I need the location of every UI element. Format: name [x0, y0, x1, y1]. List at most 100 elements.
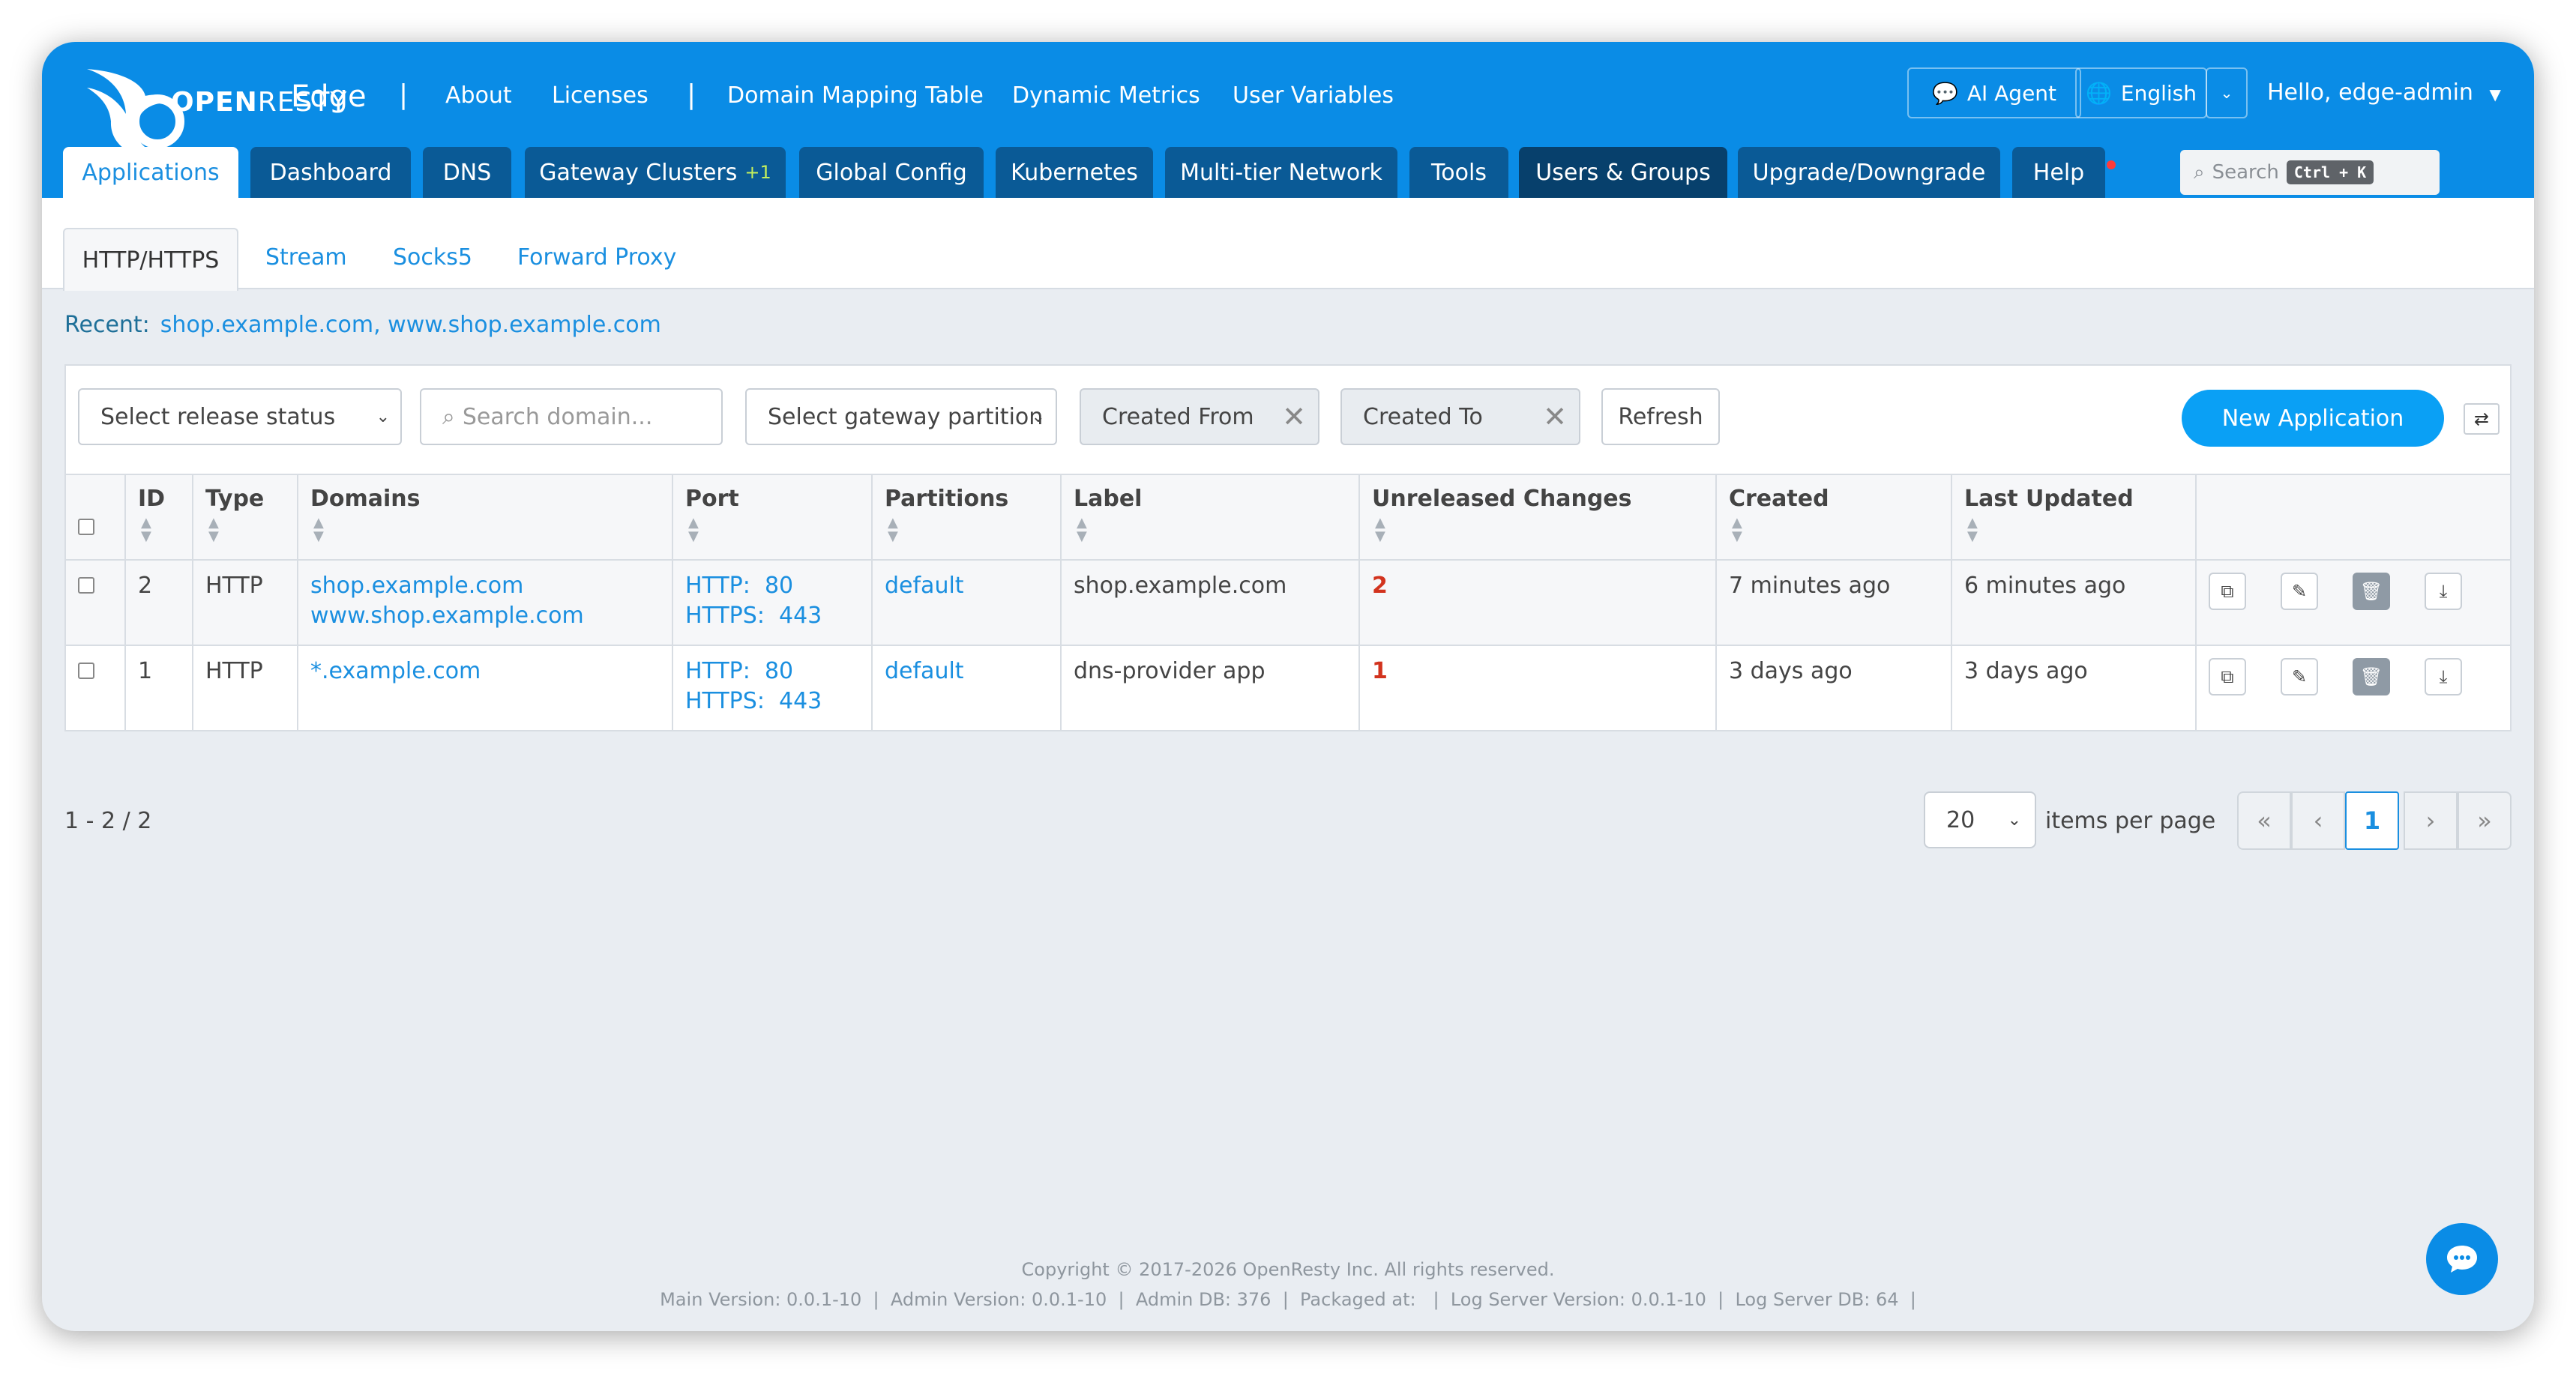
- partition-link[interactable]: default: [885, 573, 964, 599]
- col-type[interactable]: Type ▲ ▼: [192, 474, 298, 561]
- col-id[interactable]: ID ▲ ▼: [124, 474, 193, 561]
- chevron-down-icon: ⌄: [2220, 84, 2233, 102]
- col-label[interactable]: Label ▲ ▼: [1060, 474, 1360, 561]
- domain-link[interactable]: shop.example.com: [310, 571, 660, 601]
- table-header-row: ID ▲ ▼ Type ▲ ▼ Domains ▲ ▼ Port ▲ ▼ Partitions ▲…: [64, 474, 2512, 561]
- release-status-select[interactable]: Select release status ⌄: [78, 388, 402, 445]
- user-menu[interactable]: Hello, edge-admin ▼: [2267, 79, 2501, 106]
- clear-icon[interactable]: ✕: [1543, 400, 1567, 433]
- globe-icon: 🌐: [2086, 80, 2112, 106]
- items-per-page-select[interactable]: 20 ⌄: [1924, 791, 2036, 848]
- subtab-forward-proxy[interactable]: Forward Proxy: [517, 244, 676, 271]
- chevron-down-icon: ⌄: [376, 407, 390, 426]
- language-dropdown-toggle[interactable]: ⌄: [2206, 67, 2248, 118]
- prev-page-icon[interactable]: ‹: [2291, 791, 2345, 850]
- table-row: 2 HTTP shop.example.com www.shop.example…: [64, 559, 2512, 646]
- sort-icon: ▲ ▼: [1967, 515, 1978, 544]
- copy-icon[interactable]: ⧉: [2209, 658, 2246, 695]
- cell-unreleased-changes: 1: [1358, 645, 1717, 731]
- nav-dynamic-metrics[interactable]: Dynamic Metrics: [1012, 82, 1200, 109]
- tab-global-config[interactable]: Global Config: [799, 147, 984, 198]
- created-from-input[interactable]: Created From ✕: [1080, 388, 1319, 445]
- recent-links[interactable]: shop.example.com, www.shop.example.com: [160, 312, 661, 338]
- column-toggle-icon[interactable]: ⇄: [2464, 403, 2500, 435]
- tab-multi-tier-network[interactable]: Multi-tier Network: [1165, 147, 1397, 198]
- items-per-page-label: items per page: [2045, 808, 2216, 834]
- edit-icon[interactable]: ✎: [2281, 658, 2318, 695]
- subtab-http-https[interactable]: HTTP/HTTPS: [63, 228, 238, 291]
- port-https-link[interactable]: HTTPS: 443: [685, 686, 859, 716]
- tab-dashboard[interactable]: Dashboard: [250, 147, 411, 198]
- next-page-icon[interactable]: ›: [2404, 791, 2458, 850]
- domain-link[interactable]: *.example.com: [310, 657, 660, 686]
- search-icon: ⌕: [2194, 160, 2205, 184]
- col-port[interactable]: Port ▲ ▼: [672, 474, 873, 561]
- col-type-label: Type: [205, 486, 265, 512]
- cell-created: 7 minutes ago: [1715, 559, 1952, 646]
- top-bar: OPENRESTY Edge | About Licenses | Domain…: [42, 42, 2534, 198]
- sub-tab-bar: [42, 198, 2534, 289]
- col-domains[interactable]: Domains ▲ ▼: [297, 474, 673, 561]
- cell-unreleased-changes: 2: [1358, 559, 1717, 646]
- nav-about[interactable]: About: [445, 82, 512, 109]
- delete-icon[interactable]: 🗑: [2353, 573, 2390, 610]
- tab-dns[interactable]: DNS: [423, 147, 511, 198]
- created-to-input[interactable]: Created To ✕: [1340, 388, 1580, 445]
- ai-agent-button[interactable]: 💬 AI Agent: [1907, 67, 2081, 118]
- tab-applications[interactable]: Applications: [63, 147, 238, 198]
- edit-icon[interactable]: ✎: [2281, 573, 2318, 610]
- unreleased-changes-count[interactable]: 1: [1372, 658, 1388, 684]
- nav-licenses[interactable]: Licenses: [552, 82, 648, 109]
- subtab-stream[interactable]: Stream: [265, 244, 347, 271]
- footer-copyright: Copyright © 2017-2026 OpenResty Inc. All…: [1021, 1259, 1555, 1280]
- language-button[interactable]: 🌐 English: [2075, 67, 2207, 118]
- new-application-button[interactable]: New Application: [2182, 390, 2444, 447]
- help-notification-dot: [2107, 160, 2116, 169]
- cell-partition: default: [871, 559, 1062, 646]
- port-http-link[interactable]: HTTP: 80: [685, 571, 859, 601]
- delete-icon[interactable]: 🗑: [2353, 658, 2390, 695]
- nav-user-variables[interactable]: User Variables: [1233, 82, 1394, 109]
- last-page-icon[interactable]: »: [2458, 791, 2512, 850]
- tab-kubernetes[interactable]: Kubernetes: [996, 147, 1153, 198]
- tab-users-groups[interactable]: Users & Groups: [1519, 147, 1727, 198]
- cell-domains: *.example.com: [297, 645, 673, 731]
- port-https-link[interactable]: HTTPS: 443: [685, 601, 859, 631]
- select-all-checkbox[interactable]: [78, 519, 94, 535]
- col-last-updated-label: Last Updated: [1964, 486, 2134, 512]
- port-http-link[interactable]: HTTP: 80: [685, 657, 859, 686]
- tab-upgrade-downgrade[interactable]: Upgrade/Downgrade: [1738, 147, 2000, 198]
- sort-icon: ▲ ▼: [141, 515, 151, 544]
- page-number-current[interactable]: 1: [2345, 791, 2399, 850]
- row-checkbox[interactable]: [78, 577, 94, 594]
- row-checkbox[interactable]: [78, 663, 94, 679]
- cell-type: HTTP: [192, 559, 298, 646]
- nav-domain-mapping-table[interactable]: Domain Mapping Table: [727, 82, 984, 109]
- tab-help-label: Help: [2032, 159, 2085, 186]
- gateway-partition-select[interactable]: Select gateway partition ⌄: [745, 388, 1057, 445]
- sort-icon: ▲ ▼: [1375, 515, 1385, 544]
- col-created[interactable]: Created ▲ ▼: [1715, 474, 1952, 561]
- ai-agent-label: AI Agent: [1966, 80, 2057, 106]
- copy-icon[interactable]: ⧉: [2209, 573, 2246, 610]
- col-last-updated[interactable]: Last Updated ▲ ▼: [1951, 474, 2197, 561]
- tab-tools[interactable]: Tools: [1409, 147, 1508, 198]
- refresh-button[interactable]: Refresh: [1601, 388, 1720, 445]
- download-icon[interactable]: ⤓: [2425, 573, 2462, 610]
- domain-search-input[interactable]: ⌕ Search domain...: [420, 388, 723, 445]
- col-unreleased-changes[interactable]: Unreleased Changes ▲ ▼: [1358, 474, 1717, 561]
- sort-icon: ▲ ▼: [208, 515, 219, 544]
- col-partitions[interactable]: Partitions ▲ ▼: [871, 474, 1062, 561]
- chat-support-button[interactable]: [2426, 1223, 2498, 1295]
- download-icon[interactable]: ⤓: [2425, 658, 2462, 695]
- domain-link[interactable]: www.shop.example.com: [310, 601, 660, 631]
- tab-gateway-clusters[interactable]: Gateway Clusters +1: [525, 147, 786, 198]
- first-page-icon[interactable]: «: [2237, 791, 2291, 850]
- global-search[interactable]: ⌕ Search Ctrl + K: [2180, 150, 2440, 195]
- unreleased-changes-count[interactable]: 2: [1372, 573, 1388, 599]
- subtab-socks5[interactable]: Socks5: [393, 244, 472, 271]
- tab-help[interactable]: Help: [2012, 147, 2105, 198]
- clear-icon[interactable]: ✕: [1282, 400, 1306, 433]
- partition-link[interactable]: default: [885, 658, 964, 684]
- row-select-cell: [64, 559, 126, 646]
